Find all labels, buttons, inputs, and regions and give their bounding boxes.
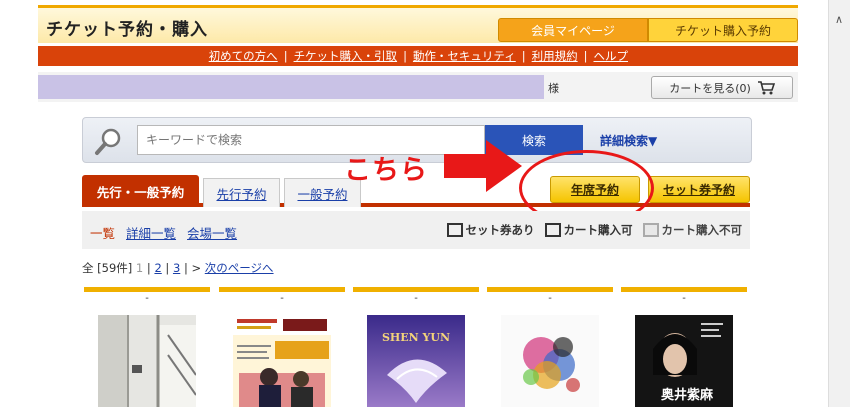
legend-set-label: セット券あり <box>465 223 535 237</box>
event-thumbnail[interactable] <box>501 315 599 407</box>
card-label: - <box>414 293 418 304</box>
set-ticket-button[interactable]: セット券予約 <box>648 176 750 203</box>
header-tabs: 会員マイページ チケット購入予約 <box>498 18 798 42</box>
view-cart-button[interactable]: カートを見る(0) <box>651 76 793 99</box>
pager-sep: | > <box>183 261 202 275</box>
page: チケット予約・購入 会員マイページ チケット購入予約 初めての方へ | チケット… <box>0 0 850 407</box>
legend-cart-ok-label: カート購入可 <box>563 223 633 237</box>
poster-name: 奥井紫麻 <box>661 387 714 403</box>
view-list[interactable]: 一覧 <box>90 223 115 242</box>
event-thumbnail[interactable] <box>98 315 196 407</box>
page-title: チケット予約・購入 <box>46 20 208 40</box>
advanced-search-link[interactable]: 詳細検索▼ <box>600 132 657 149</box>
scroll-up-icon[interactable]: ∧ <box>835 13 843 26</box>
tab-advance[interactable]: 先行予約 <box>203 178 280 207</box>
nav-link-beginners[interactable]: 初めての方へ <box>209 48 278 64</box>
site-header: チケット予約・購入 会員マイページ チケット購入予約 <box>38 5 798 43</box>
set-ticket-icon <box>446 223 463 237</box>
search-icon <box>95 128 121 155</box>
nav-link-security[interactable]: 動作・セキュリティ <box>413 48 516 64</box>
cart-label: カートを見る(0) <box>669 81 751 95</box>
legend-cart-ng: カート購入不可 <box>642 222 743 238</box>
cart-icon <box>757 81 775 95</box>
nav-link-purchase[interactable]: チケット購入・引取 <box>294 48 398 64</box>
card-label: - <box>682 293 686 304</box>
search-input[interactable] <box>137 125 485 155</box>
nav-separator: | <box>583 49 588 63</box>
nav-link-help[interactable]: ヘルプ <box>594 48 629 64</box>
view-switcher: 一覧 詳細一覧 会場一覧 <box>90 223 237 242</box>
view-detail-list[interactable]: 詳細一覧 <box>126 223 176 242</box>
cart-unavailable-icon <box>642 223 659 237</box>
pager-sep: | <box>165 261 170 275</box>
user-bar: 様 カートを見る(0) <box>38 72 798 102</box>
view-venue-list[interactable]: 会場一覧 <box>187 223 237 242</box>
legend: セット券あり カート購入可 カート購入不可 <box>446 222 743 238</box>
nav-link-terms[interactable]: 利用規約 <box>532 48 578 64</box>
event-thumbnail[interactable]: SHEN YUN <box>367 315 465 407</box>
event-card[interactable]: - 奥井紫麻 <box>621 287 747 407</box>
nav-bar: 初めての方へ | チケット購入・引取 | 動作・セキュリティ | 利用規約 | … <box>38 46 798 66</box>
page-link-2[interactable]: 2 <box>154 261 161 275</box>
card-label: - <box>145 293 149 304</box>
event-card[interactable]: - <box>487 287 613 407</box>
page-link-3[interactable]: 3 <box>173 261 180 275</box>
ticket-purchase-tab[interactable]: チケット購入予約 <box>648 18 798 42</box>
event-card[interactable]: - <box>219 287 345 407</box>
page-scrollbar[interactable]: ∧ <box>828 0 850 407</box>
result-count: 全 [59件] <box>82 261 133 275</box>
event-card[interactable]: - <box>84 287 210 407</box>
nav-separator: | <box>283 49 288 63</box>
poster-title: SHEN YUN <box>382 331 450 344</box>
red-arrow-icon <box>444 140 522 192</box>
member-page-tab[interactable]: 会員マイページ <box>498 18 648 42</box>
pagination: 全 [59件] 1 | 2 | 3 | > 次のページへ <box>82 260 274 276</box>
legend-cart-ng-label: カート購入不可 <box>661 223 743 237</box>
annotation-text: こちら <box>344 155 428 186</box>
page-current: 1 <box>135 261 144 275</box>
view-bar: 一覧 詳細一覧 会場一覧 セット券あり カート購入可 カート購入不可 <box>82 211 750 249</box>
legend-cart-ok: カート購入可 <box>544 222 633 238</box>
cart-available-icon <box>544 223 561 237</box>
user-name-redacted <box>38 75 544 99</box>
tab-advance-general[interactable]: 先行・一般予約 <box>82 175 199 207</box>
next-page-link[interactable]: 次のページへ <box>205 261 274 275</box>
honorific: 様 <box>548 82 559 95</box>
nav-separator: | <box>521 49 526 63</box>
event-thumbnail[interactable] <box>233 315 331 407</box>
legend-set: セット券あり <box>446 222 535 238</box>
set-ticket-label: セット券予約 <box>662 183 735 197</box>
pager-sep: | <box>146 261 151 275</box>
card-label: - <box>548 293 552 304</box>
nav-separator: | <box>403 49 407 63</box>
event-thumbnail[interactable]: 奥井紫麻 <box>635 315 733 407</box>
card-label: - <box>280 293 284 304</box>
event-card[interactable]: - SHEN YUN <box>353 287 479 407</box>
